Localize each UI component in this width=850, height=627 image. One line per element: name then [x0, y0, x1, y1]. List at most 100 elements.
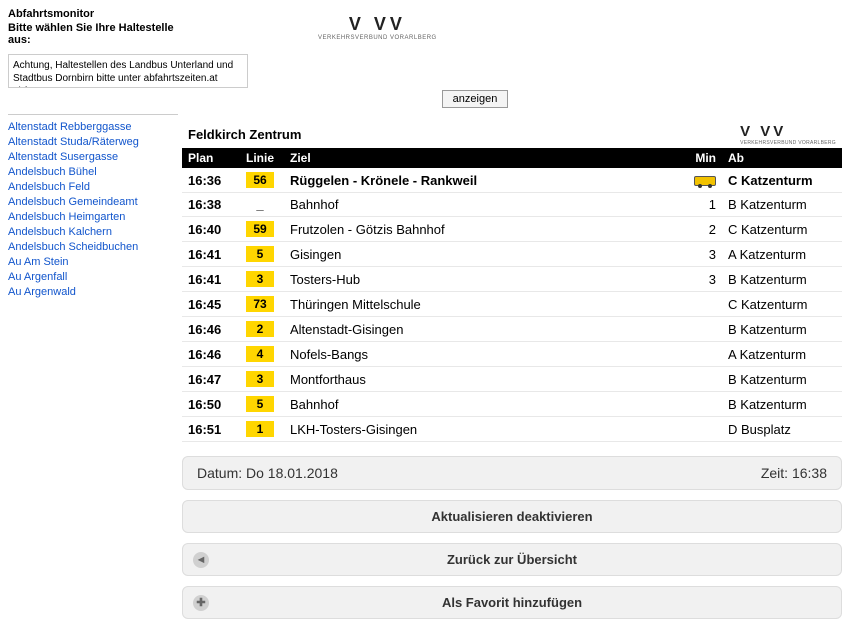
cell-ziel: LKH-Tosters-Gisingen: [284, 417, 676, 442]
back-button[interactable]: ◄ Zurück zur Übersicht: [182, 543, 842, 576]
cell-plan: 16:46: [182, 317, 236, 342]
cell-linie: 2: [236, 317, 284, 342]
sidebar-item[interactable]: Au Argenfall: [8, 269, 178, 284]
sidebar-item[interactable]: Andelsbuch Gemeindeamt: [8, 194, 178, 209]
bus-icon: [694, 176, 716, 186]
departures-table: Plan Linie Ziel Min Ab 16:3656Rüggelen -…: [182, 148, 842, 442]
col-min: Min: [676, 148, 722, 168]
action-label: Als Favorit hinzufügen: [442, 595, 582, 610]
sidebar-item[interactable]: Andelsbuch Heimgarten: [8, 209, 178, 224]
col-ziel: Ziel: [284, 148, 676, 168]
cell-plan: 16:51: [182, 417, 236, 442]
cell-plan: 16:41: [182, 267, 236, 292]
cell-linie: _: [236, 193, 284, 217]
cell-linie: 73: [236, 292, 284, 317]
cell-ziel: Frutzolen - Götzis Bahnhof: [284, 217, 676, 242]
cell-min: 2: [676, 217, 722, 242]
cell-linie: 59: [236, 217, 284, 242]
sidebar-item[interactable]: Au Argenwald: [8, 284, 178, 299]
selected-stop-name: Feldkirch Zentrum: [188, 127, 301, 142]
page-subtitle: Bitte wählen Sie Ihre Haltestelle aus:: [8, 22, 178, 46]
cell-ziel: Montforthaus: [284, 367, 676, 392]
cell-ab: B Katzenturm: [722, 392, 842, 417]
cell-linie: 5: [236, 392, 284, 417]
sidebar-item[interactable]: Andelsbuch Scheidbuchen: [8, 239, 178, 254]
cell-plan: 16:47: [182, 367, 236, 392]
cell-ab: B Katzenturm: [722, 193, 842, 217]
table-row: 16:38_Bahnhof1B Katzenturm: [182, 193, 842, 217]
date-label: Datum: Do 18.01.2018: [197, 465, 338, 481]
table-row: 16:4059Frutzolen - Götzis Bahnhof2C Katz…: [182, 217, 842, 242]
sidebar-item[interactable]: Altenstadt Rebberggasse: [8, 119, 178, 134]
cell-min: [676, 317, 722, 342]
cell-ab: A Katzenturm: [722, 242, 842, 267]
cell-ziel: Gisingen: [284, 242, 676, 267]
line-badge: 73: [246, 296, 274, 312]
line-badge: 3: [246, 371, 274, 387]
cell-min: 1: [676, 193, 722, 217]
sidebar-item[interactable]: Altenstadt Susergasse: [8, 149, 178, 164]
cell-ziel: Nofels-Bangs: [284, 342, 676, 367]
cell-ab: D Busplatz: [722, 417, 842, 442]
line-badge: 59: [246, 221, 274, 237]
cell-ab: B Katzenturm: [722, 317, 842, 342]
sidebar-item[interactable]: Andelsbuch Bühel: [8, 164, 178, 179]
line-badge: 3: [246, 271, 274, 287]
cell-ab: C Katzenturm: [722, 292, 842, 317]
action-label: Zurück zur Übersicht: [447, 552, 577, 567]
cell-linie: 1: [236, 417, 284, 442]
add-favorite-button[interactable]: ✚ Als Favorit hinzufügen: [182, 586, 842, 619]
line-text: _: [256, 197, 263, 212]
table-row: 16:413Tosters-Hub3B Katzenturm: [182, 267, 842, 292]
cell-ab: C Katzenturm: [722, 217, 842, 242]
show-button[interactable]: anzeigen: [442, 90, 509, 108]
sidebar-item[interactable]: Au Am Stein: [8, 254, 178, 269]
sidebar-item[interactable]: Andelsbuch Kalchern: [8, 224, 178, 239]
col-ab: Ab: [722, 148, 842, 168]
cell-min: [676, 168, 722, 193]
table-row: 16:46 4 Nofels-Bangs A Katzenturm: [182, 342, 842, 367]
line-badge: 56: [246, 172, 274, 188]
action-label: Aktualisieren deaktivieren: [431, 509, 592, 524]
cell-ab: B Katzenturm: [722, 367, 842, 392]
line-badge: 5: [246, 396, 274, 412]
table-row: 16:3656Rüggelen - Krönele - RankweilC Ka…: [182, 168, 842, 193]
cell-ziel: Altenstadt-Gisingen: [284, 317, 676, 342]
cell-min: [676, 292, 722, 317]
table-row: 16:462Altenstadt-Gisingen B Katzenturm: [182, 317, 842, 342]
cell-ab: A Katzenturm: [722, 342, 842, 367]
cell-ziel: Thüringen Mittelschule: [284, 292, 676, 317]
table-row: 16:51 1 LKH-Tosters-Gisingen D Busplatz: [182, 417, 842, 442]
sidebar-item[interactable]: Andelsbuch Feld: [8, 179, 178, 194]
col-plan: Plan: [182, 148, 236, 168]
line-badge: 1: [246, 421, 274, 437]
line-badge: 4: [246, 346, 274, 362]
table-row: 16:505BahnhofB Katzenturm: [182, 392, 842, 417]
vvv-logo-small: V VV VERKEHRSVERBUND VORARLBERG: [740, 123, 836, 146]
cell-min: [676, 342, 722, 367]
cell-min: [676, 367, 722, 392]
table-row: 16:415Gisingen3A Katzenturm: [182, 242, 842, 267]
cell-plan: 16:38: [182, 193, 236, 217]
cell-min: 3: [676, 242, 722, 267]
cell-plan: 16:46: [182, 342, 236, 367]
cell-linie: 3: [236, 267, 284, 292]
notice-text: Achtung, Haltestellen des Landbus Unterl…: [8, 54, 248, 88]
cell-plan: 16:45: [182, 292, 236, 317]
table-row: 16:47 3 Montforthaus B Katzenturm: [182, 367, 842, 392]
cell-ab: C Katzenturm: [722, 168, 842, 193]
cell-ziel: Rüggelen - Krönele - Rankweil: [284, 168, 676, 193]
cell-linie: 56: [236, 168, 284, 193]
time-label: Zeit: 16:38: [761, 465, 827, 481]
cell-ab: B Katzenturm: [722, 267, 842, 292]
cell-linie: 5: [236, 242, 284, 267]
toggle-refresh-button[interactable]: Aktualisieren deaktivieren: [182, 500, 842, 533]
cell-linie: 4: [236, 342, 284, 367]
cell-plan: 16:41: [182, 242, 236, 267]
vvv-logo: V VV VERKEHRSVERBUND VORARLBERG: [318, 14, 437, 41]
cell-ziel: Tosters-Hub: [284, 267, 676, 292]
divider: [8, 114, 178, 115]
page-title: Abfahrtsmonitor: [8, 8, 178, 20]
sidebar-item[interactable]: Altenstadt Studa/Räterweg: [8, 134, 178, 149]
table-row: 16:45 73 Thüringen Mittelschule C Katzentur…: [182, 292, 842, 317]
